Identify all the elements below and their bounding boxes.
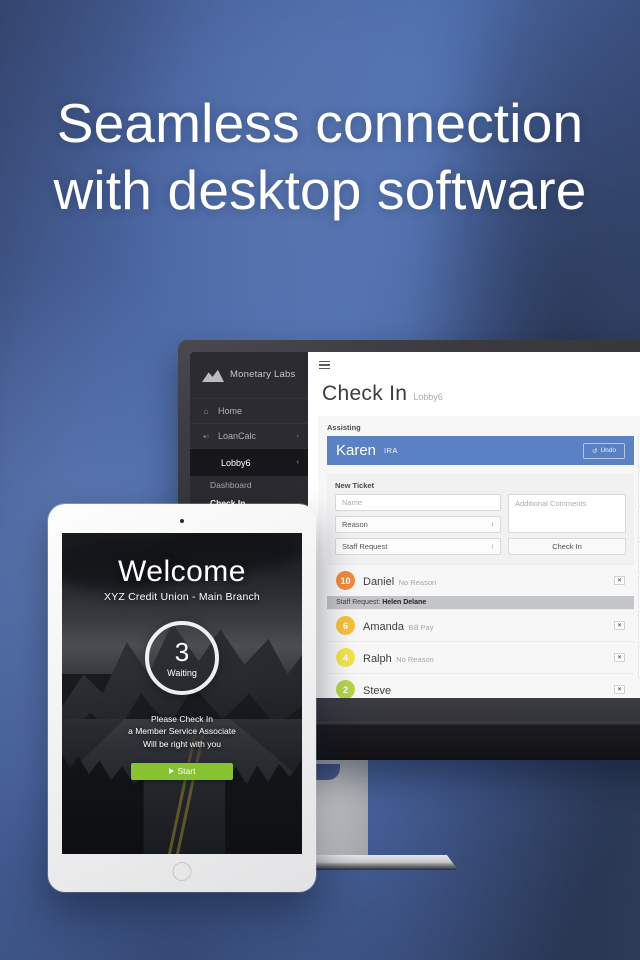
tablet-screen: Welcome XYZ Credit Union - Main Branch 3… [62,533,302,854]
instructions-line-3: Will be right with you [143,738,221,749]
staff-request-name: Helen Delane [382,599,427,606]
staff-request-select[interactable]: Staff Request [335,538,501,555]
queue-reason: No Reason [398,577,437,587]
close-x-icon[interactable]: ✕ [614,621,625,630]
start-button[interactable]: Start [131,762,233,780]
mountain-logo-icon [202,369,224,382]
tablet-device: Welcome XYZ Credit Union - Main Branch 3… [48,504,316,892]
hamburger-menu-icon[interactable] [319,359,330,372]
queue-name: Amanda [363,620,404,633]
assisting-reason: IRA [384,446,398,455]
queue-info: Steve [363,681,391,699]
kiosk-ui: Welcome XYZ Credit Union - Main Branch 3… [62,533,302,854]
instructions: Please Check In a Member Service Associa… [62,713,302,750]
reason-select-value: Reason [342,520,368,529]
staff-request-divider: Staff Request: Helen Delane [327,596,634,609]
reason-select[interactable]: Reason [335,516,501,533]
table-row[interactable]: 4 Ralph No Reason ✕ [327,641,634,673]
sidebar-item-label: LoanCalc [218,431,257,441]
table-row[interactable]: 10 Daniel No Reason ✕ [327,564,634,596]
queue-info: Amanda Bill Pay [363,617,433,635]
queue-name: Daniel [363,575,395,588]
form-column-left: Name Reason Staff Request [335,494,501,555]
new-ticket-form: New Ticket Name Reason Staff Request Add… [327,474,634,564]
close-x-icon[interactable]: ✕ [614,576,625,585]
page-title-text: Check In [322,382,408,405]
queue-name: Ralph [363,652,392,665]
queue-reason: No Reason [396,654,434,664]
close-x-icon[interactable]: ✕ [614,685,625,694]
assisting-bar: Karen IRA ↺ Undo [327,436,634,465]
start-label: Start [177,766,196,777]
play-triangle-icon [168,768,174,775]
close-x-icon[interactable]: ✕ [614,653,625,662]
queue-number: 10 [336,571,355,590]
instructions-line-1: Please Check In [151,714,213,724]
assisting-label: Assisting [327,423,361,432]
panel-left: Karen IRA ↺ Undo New Ticket Name Reason … [327,436,634,698]
headline-line-1: Seamless connection [56,92,584,154]
staff-request-prefix: Staff Request: [336,599,381,606]
panel-stage: Karen IRA ↺ Undo New Ticket Name Reason … [327,436,640,698]
app-topbar [308,352,640,378]
queue-info: Ralph No Reason [363,649,434,667]
home-icon: ⌂ [203,406,209,416]
branch-name: XYZ Credit Union - Main Branch [104,591,260,603]
chevron-left-icon: ‹ [296,432,299,440]
sidebar-item-label: Lobby6 [221,457,251,468]
sidebar-item-loancalc[interactable]: ▪▫ LoanCalc ‹ [190,423,308,448]
queue-number: 2 [336,680,355,698]
page-title: Check In Lobby6 [308,378,640,416]
table-row[interactable]: 6 Amanda Bill Pay ✕ [327,609,634,641]
checkin-button[interactable]: Check In [508,538,626,555]
queue-reason: Bill Pay [408,622,434,632]
undo-button[interactable]: ↺ Undo [583,442,625,459]
page-subtitle: Lobby6 [413,392,443,402]
checkin-panel: Assisting Karen IRA ↺ Undo New Ticket Na… [318,416,640,698]
chart-bar-icon: ▪▫ [203,431,209,441]
headline-line-2: with desktop software [53,159,587,221]
form-column-right: Additional Comments Check In [508,494,626,555]
undo-label: Undo [600,447,616,454]
chevron-left-icon: ‹ [296,459,299,466]
assisting-name: Karen [336,442,377,459]
queue-info: Daniel No Reason [363,572,436,590]
form-fields: Name Reason Staff Request Additional Com… [335,494,626,555]
waiting-label: Waiting [167,667,197,678]
staff-avatar-list [634,436,640,698]
comments-textarea[interactable]: Additional Comments [508,494,626,533]
queue-number: 6 [336,616,355,635]
welcome-title: Welcome [118,555,246,588]
waiting-count: 3 [174,636,190,667]
sidebar-item-label: Home [218,406,243,416]
instructions-line-2: a Member Service Associate [128,726,236,737]
sidebar-subitem-dashboard[interactable]: Dashboard [190,476,308,494]
sidebar-item-home[interactable]: ⌂ Home [190,398,308,423]
staff-request-select-value: Staff Request [342,542,388,551]
brand-name: Monetary Labs [230,369,296,380]
sidebar-item-lobby6[interactable]: Lobby6 ‹ [190,448,308,476]
waiting-counter: 3 Waiting [145,621,219,695]
headline: Seamless connection with desktop softwar… [0,90,640,224]
home-button-icon[interactable] [172,862,192,881]
table-row[interactable]: 2 Steve ✕ [327,673,634,698]
brand: Monetary Labs [190,352,308,398]
queue-number: 4 [336,648,355,667]
undo-circular-arrow-icon: ↺ [592,447,598,455]
front-camera-icon [180,519,184,523]
name-input[interactable]: Name [335,494,501,511]
app-main: Check In Lobby6 Assisting Karen IRA ↺ Un… [308,352,640,698]
queue-name: Steve [363,684,392,697]
new-ticket-label: New Ticket [335,481,375,490]
